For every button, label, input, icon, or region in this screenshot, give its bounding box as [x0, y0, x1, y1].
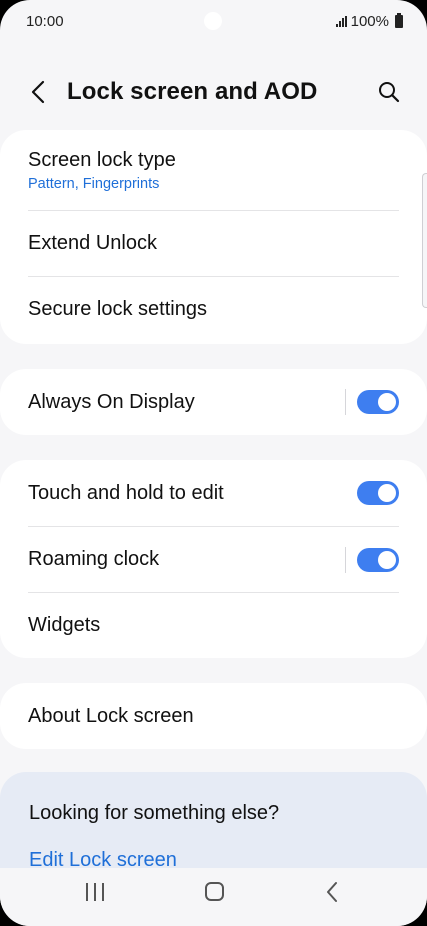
- always-on-display-toggle[interactable]: [357, 390, 399, 414]
- edit-card: Touch and hold to edit Roaming clock Wid…: [0, 460, 427, 658]
- widgets-item[interactable]: Widgets: [28, 592, 399, 658]
- extend-unlock-item[interactable]: Extend Unlock: [28, 210, 399, 276]
- help-title: Looking for something else?: [29, 802, 280, 824]
- battery-percent: 100%: [350, 13, 389, 30]
- touch-hold-edit-label: Touch and hold to edit: [28, 481, 224, 504]
- page-title: Lock screen and AOD: [67, 78, 318, 105]
- always-on-display-label: Always On Display: [28, 390, 195, 413]
- divider: [345, 546, 346, 573]
- battery-icon: [395, 13, 403, 28]
- screen-lock-type-label: Screen lock type: [28, 148, 176, 171]
- back-icon[interactable]: [326, 881, 338, 908]
- scrollbar[interactable]: [422, 173, 427, 308]
- signal-icon: [335, 16, 347, 27]
- roaming-clock-label: Roaming clock: [28, 548, 160, 570]
- chevron-left-icon[interactable]: [24, 78, 52, 106]
- secure-lock-settings-item[interactable]: Secure lock settings: [28, 276, 399, 342]
- status-time: 10:00: [26, 13, 64, 30]
- about-lock-screen-label: About Lock screen: [28, 704, 194, 727]
- status-indicators: 100%: [335, 13, 403, 30]
- touch-hold-edit-item[interactable]: Touch and hold to edit: [28, 460, 399, 526]
- app-header: Lock screen and AOD: [0, 64, 427, 120]
- divider: [345, 389, 346, 415]
- secure-lock-settings-label: Secure lock settings: [28, 298, 207, 320]
- always-on-display-item[interactable]: Always On Display: [28, 369, 399, 435]
- roaming-clock-toggle[interactable]: [357, 547, 399, 572]
- screen-lock-type-item[interactable]: Screen lock type Pattern, Fingerprints: [28, 130, 399, 210]
- extend-unlock-label: Extend Unlock: [28, 232, 157, 254]
- aod-card: Always On Display: [0, 369, 427, 435]
- phone-screen: 10:00 100% Lock screen and AOD Screen lo…: [0, 0, 427, 926]
- screen-lock-type-value: Pattern, Fingerprints: [28, 175, 160, 192]
- roaming-clock-item[interactable]: Roaming clock: [28, 526, 399, 592]
- recents-icon[interactable]: [86, 883, 104, 901]
- touch-hold-edit-toggle[interactable]: [357, 481, 399, 505]
- navigation-bar: [0, 868, 427, 926]
- search-icon[interactable]: [375, 78, 403, 106]
- home-icon[interactable]: [205, 882, 224, 901]
- about-card: About Lock screen: [0, 683, 427, 749]
- help-card: Looking for something else? Edit Lock sc…: [0, 772, 427, 882]
- widgets-label: Widgets: [28, 614, 101, 636]
- lock-settings-card: Screen lock type Pattern, Fingerprints E…: [0, 130, 427, 344]
- status-bar: 10:00 100%: [0, 0, 427, 44]
- about-lock-screen-item[interactable]: About Lock screen: [28, 683, 399, 749]
- front-camera: [204, 12, 222, 30]
